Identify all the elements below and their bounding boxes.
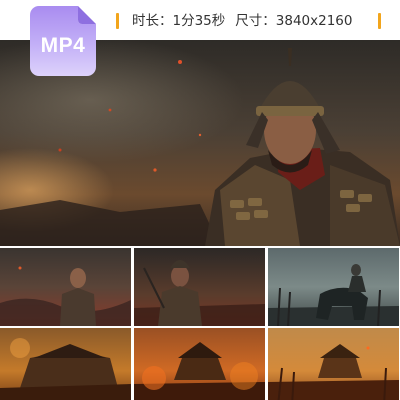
duration-text: 时长：1分35秒 <box>132 13 226 29</box>
thumbnail-1[interactable] <box>0 248 131 326</box>
accent-bar-left <box>116 13 119 29</box>
file-type-label: MP4 <box>40 34 86 57</box>
thumbnail-grid <box>0 248 400 400</box>
thumbnail-6[interactable] <box>268 328 399 400</box>
thumbnail-4[interactable] <box>0 328 131 400</box>
header-bar: MP4 时长：1分35秒 尺寸：3840x2160 <box>0 0 400 76</box>
video-info: 时长：1分35秒 尺寸：3840x2160 <box>116 11 386 31</box>
resolution-text: 尺寸：3840x2160 <box>235 13 353 29</box>
video-file-icon: MP4 <box>30 6 96 76</box>
badge-fold-corner <box>78 6 96 24</box>
info-text: 时长：1分35秒 尺寸：3840x2160 <box>132 11 362 31</box>
thumbnail-5[interactable] <box>134 328 265 400</box>
thumbnail-2[interactable] <box>134 248 265 326</box>
accent-bar-right <box>378 13 381 29</box>
thumbnail-3[interactable] <box>268 248 399 326</box>
